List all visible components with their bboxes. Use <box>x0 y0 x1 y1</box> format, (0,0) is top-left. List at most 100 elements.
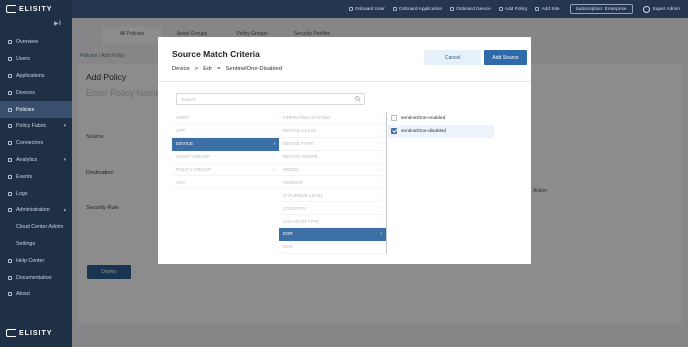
sidebar-item-events[interactable]: Events <box>0 168 72 185</box>
sidebar-collapse-icon[interactable]: ▶‖ <box>54 20 64 27</box>
help-icon <box>7 258 13 264</box>
sidebar-item-policy-fabric[interactable]: Policy Fabric ▾ <box>0 118 72 135</box>
attribute-vendor[interactable]: VENDOR › <box>279 176 386 190</box>
value-label: sentinelOne-disabled <box>401 128 447 134</box>
attribute-model[interactable]: MODEL › <box>279 164 386 177</box>
checkbox-checked-icon[interactable] <box>391 128 397 135</box>
add-policy-link[interactable]: Add Policy <box>498 7 527 12</box>
search-icon[interactable] <box>355 96 361 102</box>
category-any[interactable]: ANY <box>172 176 279 190</box>
sidebar-item-cloud-center-admin[interactable]: Cloud Center Admin <box>0 219 72 236</box>
onboard-user-link[interactable]: Onboard User <box>348 7 385 12</box>
sidebar-item-label: Devices <box>16 89 35 96</box>
chevron-right-icon: › <box>380 243 382 250</box>
chevron-up-icon: ▴ <box>63 207 66 214</box>
attribute-label: LOCATION TYPE <box>283 218 320 224</box>
chevron-right-icon: › <box>380 153 382 160</box>
category-app[interactable]: APP › <box>172 125 279 138</box>
attribute-label: DEVICE CLASS <box>283 128 317 134</box>
search-input[interactable] <box>181 96 351 102</box>
add-site-icon <box>535 7 540 11</box>
apps-icon <box>7 73 13 79</box>
attribute-operating-system[interactable]: OPERATING SYSTEM › <box>279 112 386 125</box>
admin-icon <box>7 207 13 213</box>
chevron-right-icon: › <box>380 230 382 237</box>
category-label: ANY <box>176 179 186 185</box>
value-sentinelone-enabled[interactable]: sentinelOne-enabled <box>388 112 494 125</box>
onboard-user-icon <box>348 7 353 11</box>
sidebar-item-label: Policy Fabric <box>16 123 47 130</box>
path-separator: > <box>194 66 199 72</box>
attribute-device-type[interactable]: DEVICE TYPE › <box>279 138 386 151</box>
chevron-right-icon: › <box>273 114 275 121</box>
sidebar-item-label: Analytics <box>16 156 38 163</box>
path-attribute: Edr <box>203 66 213 72</box>
cancel-button[interactable]: Cancel <box>424 50 481 65</box>
category-device[interactable]: DEVICE › <box>172 137 279 151</box>
onboard-device-link[interactable]: Onboard Device <box>450 7 491 12</box>
modal-divider <box>158 81 531 82</box>
sidebar-item-policies[interactable]: Policies <box>0 101 72 118</box>
attribute-label: VENDOR <box>283 179 303 185</box>
value-label: sentinelOne-enabled <box>401 115 446 121</box>
sidebar-item-connectors[interactable]: Connectors <box>0 135 72 152</box>
chevron-right-icon: › <box>380 179 382 186</box>
attribute-location-type[interactable]: LOCATION TYPE › <box>279 215 386 229</box>
logo-mark-icon <box>6 5 16 13</box>
sidebar-item-devices[interactable]: Devices <box>0 84 72 101</box>
sidebar-item-label: Logs <box>16 190 28 197</box>
sidebar-item-help-center[interactable]: Help Center <box>0 252 72 269</box>
category-asset-group[interactable]: ASSET GROUP › <box>172 151 279 164</box>
sidebar-item-documentation[interactable]: Documentation <box>0 269 72 286</box>
sidebar-item-applications[interactable]: Applications <box>0 68 72 85</box>
devices-icon <box>7 90 13 96</box>
chevron-right-icon: › <box>380 192 382 199</box>
onboard-application-icon <box>392 7 397 11</box>
category-policy-group[interactable]: POLICY GROUP › <box>172 164 279 177</box>
sidebar-item-label: Documentation <box>16 274 52 281</box>
attribute-label: DEVICE TYPE <box>283 141 314 147</box>
sidebar-item-overview[interactable]: Overview <box>0 34 72 51</box>
docs-icon <box>7 275 13 281</box>
sidebar-item-users[interactable]: Users <box>0 51 72 68</box>
eye-icon <box>7 39 13 45</box>
category-list: USER › APP › DEVICE › ASSET GROUP › POLICY GROUP… <box>172 112 279 190</box>
add-site-link[interactable]: Add Site <box>535 7 560 12</box>
attribute-mac[interactable]: MAC › <box>279 241 386 254</box>
sidebar-item-label: Overview <box>16 39 39 46</box>
sidebar-item-about[interactable]: About <box>0 286 72 303</box>
sidebar-item-analytics[interactable]: Analytics ▾ <box>0 152 72 169</box>
attribute-device-genre[interactable]: DEVICE GENRE › <box>279 151 386 164</box>
attribute-label: OPERATING SYSTEM <box>283 115 330 121</box>
add-source-button[interactable]: Add Source <box>484 50 527 65</box>
user-menu[interactable]: Super Admin <box>642 5 680 13</box>
attribute-device-class[interactable]: DEVICE CLASS › <box>279 125 386 138</box>
connectors-icon <box>7 140 13 146</box>
subscription-badge: Subscription: Enterprise <box>569 4 633 14</box>
attribute-label: EDR <box>283 231 293 237</box>
category-label: ASSET GROUP <box>176 154 210 160</box>
checkbox-unchecked-icon[interactable] <box>391 115 397 122</box>
attribute-country[interactable]: COUNTRY › <box>279 202 386 216</box>
sidebar-item-logs[interactable]: Logs <box>0 185 72 202</box>
sidebar-item-administration[interactable]: Administration ▴ <box>0 202 72 219</box>
attribute-it-purdue-level[interactable]: IT PURDUE LEVEL › <box>279 189 386 203</box>
sidebar-item-label: Connectors <box>16 140 44 147</box>
column-divider <box>386 112 387 254</box>
chevron-right-icon: › <box>380 127 382 134</box>
sidebar-item-settings[interactable]: Settings <box>0 236 72 253</box>
value-sentinelone-disabled[interactable]: sentinelOne-disabled <box>388 124 494 138</box>
chevron-right-icon: › <box>273 140 275 147</box>
events-icon <box>7 174 13 180</box>
modal-title: Source Match Criteria <box>172 49 260 59</box>
chevron-down-icon: ▾ <box>63 123 66 130</box>
chevron-right-icon: › <box>273 166 275 173</box>
onboard-application-link[interactable]: Onboard Application <box>392 7 442 12</box>
category-user[interactable]: USER › <box>172 112 279 125</box>
attribute-edr[interactable]: EDR › <box>279 228 386 241</box>
attribute-label: COUNTRY <box>283 205 306 211</box>
chevron-right-icon: › <box>380 114 382 121</box>
category-label: POLICY GROUP <box>176 167 211 172</box>
chevron-right-icon: › <box>380 218 382 225</box>
add-policy-icon <box>498 7 503 11</box>
